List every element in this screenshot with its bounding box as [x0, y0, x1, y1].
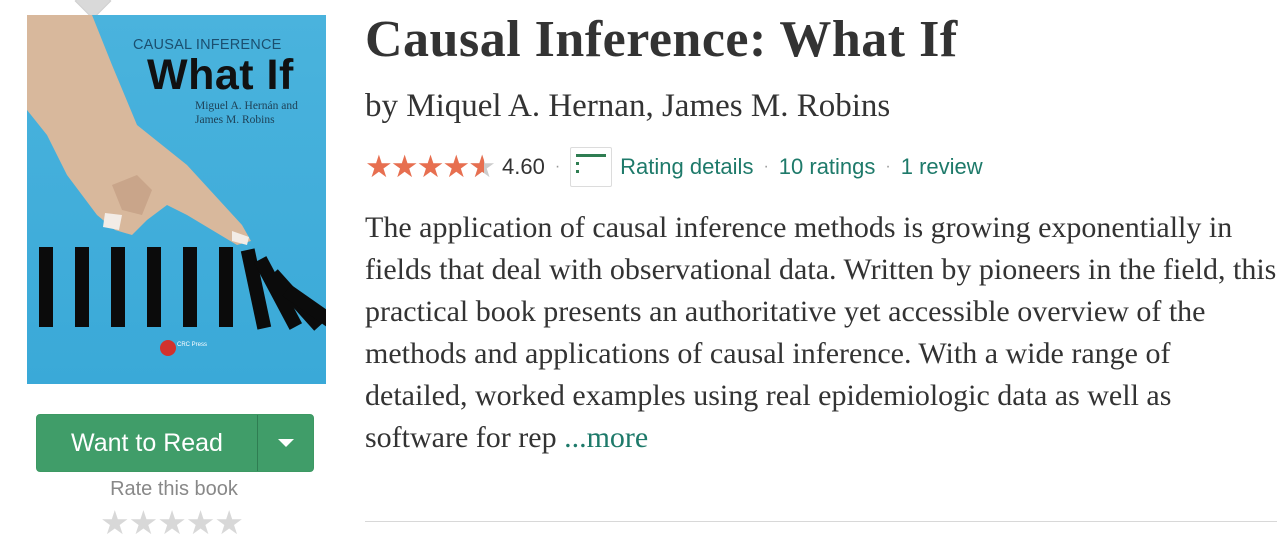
star-icon: ★	[390, 149, 419, 184]
ratings-count-link[interactable]: 10 ratings	[779, 154, 876, 180]
book-title: Causal Inference: What If	[365, 11, 958, 68]
user-rating-stars[interactable]: ★★★★★	[100, 503, 244, 543]
by-label: by	[365, 88, 398, 124]
shelf-dropdown-caret-down-icon[interactable]	[258, 415, 313, 471]
star-icon: ★	[442, 149, 470, 184]
rate-star-1-icon[interactable]: ★	[100, 504, 130, 541]
book-description: The application of causal inference meth…	[365, 207, 1280, 459]
rate-star-5-icon[interactable]: ★	[214, 504, 244, 541]
rate-this-book-label: Rate this book	[110, 478, 238, 500]
author-link[interactable]: Miquel A. Hernan	[406, 88, 645, 124]
separator-dot: ·	[885, 158, 891, 175]
author-link[interactable]: James M. Robins	[662, 88, 890, 124]
cover-authors-text: Miguel A. Hernán and James M. Robins	[195, 99, 315, 127]
book-cover[interactable]: CAUSAL INFERENCE What If Miguel A. Herná…	[27, 15, 326, 384]
reviews-count-link[interactable]: 1 review	[901, 154, 983, 180]
rating-details-link[interactable]: Rating details	[620, 154, 753, 180]
author-separator: ,	[645, 88, 662, 124]
rate-star-4-icon[interactable]: ★	[186, 504, 216, 541]
dominoes-graphic	[39, 247, 326, 332]
rate-star-3-icon[interactable]: ★	[157, 504, 187, 541]
bar-chart-icon[interactable]	[570, 147, 613, 187]
partial-star-icon: ★ ★	[468, 149, 496, 184]
separator-dot: ·	[554, 158, 561, 175]
publisher-logo-icon	[160, 340, 176, 356]
want-to-read-button-group: Want to Read	[36, 414, 314, 472]
want-to-read-button[interactable]: Want to Read	[37, 415, 257, 471]
description-text: The application of causal inference meth…	[365, 211, 1277, 454]
average-rating-stars: ★★★★★ ★	[365, 149, 496, 185]
star-icon: ★	[416, 149, 445, 184]
cover-title-text: What If	[147, 51, 294, 99]
section-divider	[365, 521, 1277, 522]
cover-publisher-text: CRC Press	[177, 342, 208, 348]
rating-meta-row: ★★★★★ ★ 4.60 · Rating details · 10 rating…	[365, 145, 983, 189]
average-rating-value: 4.60	[501, 154, 545, 179]
cover-author-line: James M. Robins	[195, 114, 275, 126]
rate-star-2-icon[interactable]: ★	[129, 504, 159, 541]
separator-dot: ·	[763, 158, 769, 175]
more-link[interactable]: ...more	[564, 421, 648, 454]
author-byline: by Miquel A. Hernan, James M. Robins	[365, 88, 890, 125]
star-icon: ★	[365, 149, 393, 184]
cover-author-line: Miguel A. Hernán and	[195, 100, 298, 112]
